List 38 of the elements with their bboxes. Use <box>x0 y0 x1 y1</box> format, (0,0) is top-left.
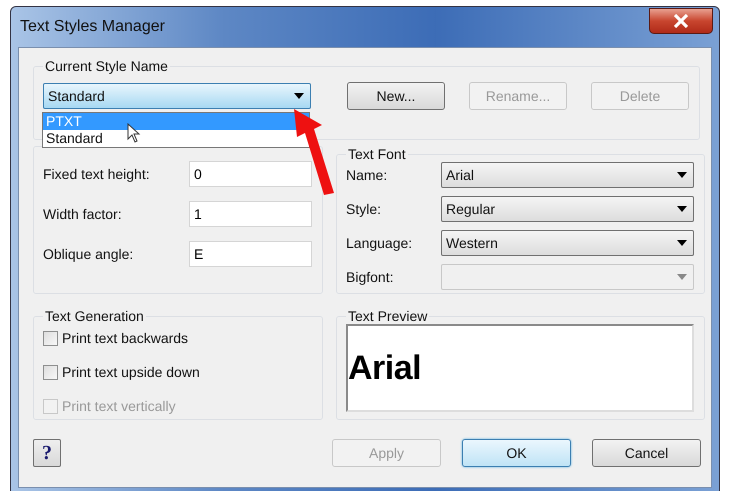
group-label: Text Generation <box>44 308 145 324</box>
checkbox-label: Print text upside down <box>62 364 200 380</box>
dropdown-option[interactable]: Standard <box>43 130 309 147</box>
caret-icon <box>294 93 304 99</box>
field-label: Width factor: <box>43 206 122 222</box>
field-label: Oblique angle: <box>43 246 134 262</box>
caret-icon <box>677 172 687 178</box>
close-button[interactable] <box>649 8 713 34</box>
group-label: Text Font <box>347 146 407 162</box>
preview-text: Arial <box>348 348 422 388</box>
caret-icon <box>677 240 687 246</box>
font-dropdown[interactable]: Arial <box>441 162 694 188</box>
field-label: Bigfont: <box>346 269 394 285</box>
style-dropdown[interactable]: Standard <box>43 83 311 109</box>
field-label: Language: <box>346 235 412 251</box>
style-action-button[interactable]: New... <box>347 82 445 110</box>
input-field[interactable]: 1 <box>189 201 312 227</box>
font-dropdown[interactable]: Regular <box>441 196 694 222</box>
input-field[interactable]: 0 <box>189 161 312 187</box>
field-label: Name: <box>346 167 388 183</box>
checkbox-label: Print text backwards <box>62 330 188 346</box>
close-icon <box>673 14 689 28</box>
caret-icon <box>677 206 687 212</box>
help-button[interactable]: ? <box>33 439 61 467</box>
window-title: Text Styles Manager <box>20 18 165 36</box>
caret-icon <box>677 274 687 280</box>
field-label: Style: <box>346 201 382 217</box>
group-label: Current Style Name <box>44 58 169 74</box>
cursor-icon <box>127 123 141 143</box>
checkbox[interactable] <box>43 330 58 346</box>
checkbox-label: Print text vertically <box>62 398 176 414</box>
dialog-button[interactable]: Cancel <box>592 439 701 467</box>
group-label: Text Preview <box>347 308 428 324</box>
checkbox[interactable] <box>43 364 58 380</box>
font-dropdown[interactable]: Western <box>441 230 694 256</box>
field-label: Fixed text height: <box>43 166 150 182</box>
dialog-button[interactable]: OK <box>462 439 571 467</box>
input-field[interactable]: E <box>189 241 312 267</box>
